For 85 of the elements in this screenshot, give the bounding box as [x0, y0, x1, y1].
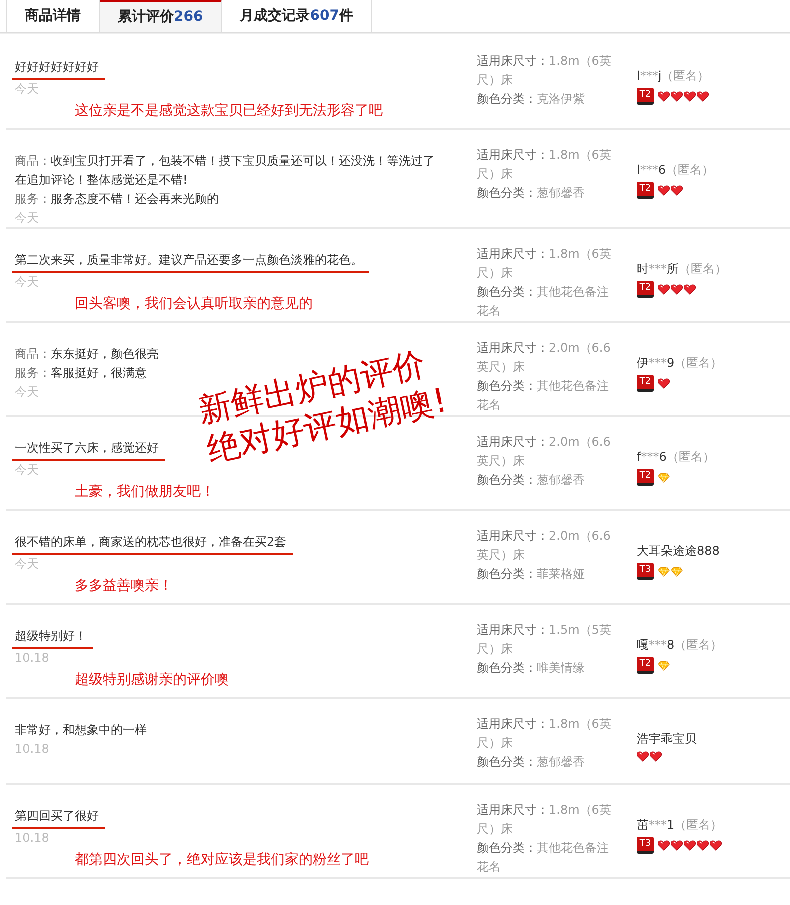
diamond-icon [671, 566, 683, 576]
user-name: 嘎***8（匿名） [637, 637, 723, 654]
review-date: 10.18 [15, 830, 50, 847]
size-spec: 适用床尺寸：1.8m（6英尺）床 [477, 246, 612, 282]
user-name: 时***所（匿名） [637, 261, 727, 278]
review-text: 非常好，和想象中的一样 [15, 722, 147, 739]
seller-reply: 回头客噢，我们会认真听取亲的意见的 [75, 295, 313, 313]
annotation-text: 新鲜出炉的评价 绝对好评如潮噢! [195, 342, 451, 470]
color-spec: 颜色分类：菲莱格娅 [477, 566, 586, 583]
level-badge: T2 [637, 182, 654, 199]
level-badge: T2 [637, 469, 654, 486]
color-spec: 颜色分类：克洛伊紫 [477, 91, 586, 108]
heart-icon [637, 751, 649, 762]
review-text: 服务：服务态度不错！还会再来光顾的 [15, 191, 219, 208]
user-name: f***6（匿名） [637, 449, 715, 466]
review-date: 10.18 [15, 650, 50, 667]
size-spec: 适用床尺寸：1.8m（6英尺）床 [477, 53, 612, 89]
review-date: 今天 [15, 556, 39, 573]
size-spec: 适用床尺寸：1.8m（6英尺）床 [477, 716, 612, 752]
heart-icon [671, 185, 683, 196]
tab[interactable]: 月成交记录607件 [222, 0, 372, 32]
review-text: 第二次来买，质量非常好。建议产品还要多一点颜色淡雅的花色。 [15, 252, 363, 269]
heart-icon [658, 378, 670, 389]
level-badge: T2 [637, 375, 654, 392]
heart-icon [658, 91, 670, 102]
color-spec: 颜色分类：其他花色备注花名 [477, 284, 610, 320]
diamond-icon [658, 660, 670, 670]
review-date: 10.18 [15, 741, 50, 758]
heart-icon [658, 284, 670, 295]
level-badge: T2 [637, 657, 654, 674]
review-date: 今天 [15, 384, 39, 401]
color-spec: 颜色分类：其他花色备注花名 [477, 840, 610, 876]
review-text: 商品：收到宝贝打开看了，包装不错！摸下宝贝质量还可以！还没洗！等洗过了在追加评论！整体感觉还是不错! [15, 153, 436, 189]
level-badge: T2 [637, 88, 654, 105]
review-date: 今天 [15, 210, 39, 227]
user-name: 大耳朵途途888 [637, 543, 720, 560]
level-badge: T3 [637, 837, 654, 854]
heart-icon [697, 840, 709, 851]
seller-reply: 超级特别感谢亲的评价噢 [75, 671, 229, 689]
size-spec: 适用床尺寸：1.8m（6英尺）床 [477, 147, 612, 183]
user-name: 浩宇乖宝贝 [637, 731, 697, 748]
user-name: 伊***9（匿名） [637, 355, 723, 372]
seller-reply: 这位亲是不是感觉这款宝贝已经好到无法形容了吧 [75, 102, 383, 120]
heart-icon [658, 840, 670, 851]
color-spec: 颜色分类：葱郁馨香 [477, 754, 586, 771]
heart-icon [658, 185, 670, 196]
review-text: 一次性买了六床，感觉还好 [15, 440, 159, 457]
color-spec: 颜色分类：葱郁馨香 [477, 472, 586, 489]
heart-icon [671, 840, 683, 851]
seller-reply: 多多益善噢亲！ [75, 577, 173, 595]
review-text: 很不错的床单，商家送的枕芯也很好，准备在买2套 [15, 534, 287, 551]
user-name: l***6（匿名） [637, 162, 714, 179]
tab[interactable]: 累计评价266 [100, 0, 222, 32]
user-name: 茁***1（匿名） [637, 817, 723, 834]
color-spec: 颜色分类：葱郁馨香 [477, 185, 586, 202]
review-text: 好好好好好好好 [15, 59, 99, 76]
review-date: 今天 [15, 462, 39, 479]
review-date: 今天 [15, 274, 39, 291]
size-spec: 适用床尺寸：1.5m（5英尺）床 [477, 622, 612, 658]
heart-icon [671, 91, 683, 102]
heart-icon [684, 840, 696, 851]
size-spec: 适用床尺寸：1.8m（6英尺）床 [477, 802, 612, 838]
diamond-icon [658, 472, 670, 482]
heart-icon [710, 840, 722, 851]
heart-icon [671, 284, 683, 295]
heart-icon [684, 91, 696, 102]
review-date: 今天 [15, 81, 39, 98]
seller-reply: 土豪，我们做朋友吧！ [75, 483, 215, 501]
heart-icon [650, 751, 662, 762]
heart-icon [697, 91, 709, 102]
diamond-icon [658, 566, 670, 576]
review-text: 第四回买了很好 [15, 808, 99, 825]
color-spec: 颜色分类：唯美情缘 [477, 660, 586, 677]
size-spec: 适用床尺寸：2.0m（6.6英尺）床 [477, 340, 612, 376]
level-badge: T2 [637, 281, 654, 298]
size-spec: 适用床尺寸：2.0m（6.6英尺）床 [477, 528, 612, 564]
user-name: l***j（匿名） [637, 68, 710, 85]
level-badge: T3 [637, 563, 654, 580]
size-spec: 适用床尺寸：2.0m（6.6英尺）床 [477, 434, 612, 470]
review-text: 服务：客服挺好，很满意 [15, 365, 147, 382]
review-text: 商品：东东挺好，颜色很亮 [15, 346, 159, 363]
review-text: 超级特别好！ [15, 628, 87, 645]
heart-icon [684, 284, 696, 295]
color-spec: 颜色分类：其他花色备注花名 [477, 378, 610, 414]
seller-reply: 都第四次回头了，绝对应该是我们家的粉丝了吧 [75, 851, 369, 869]
